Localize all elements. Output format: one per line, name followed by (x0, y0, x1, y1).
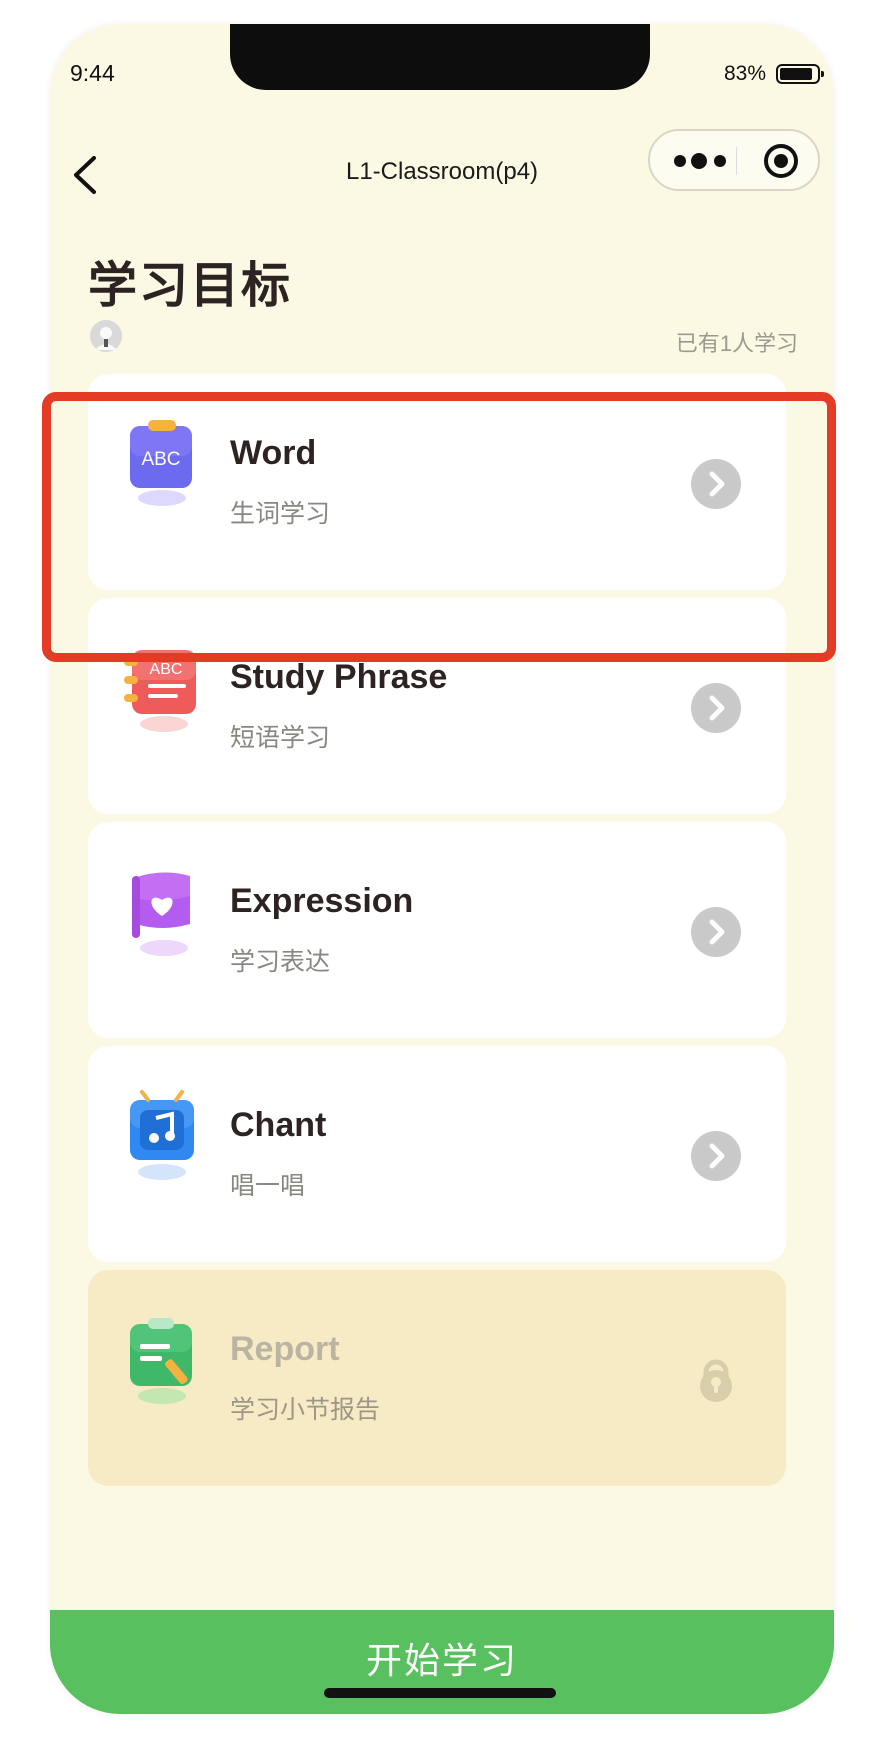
capsule-divider (736, 147, 737, 175)
abc-label: ABC (141, 449, 180, 470)
battery-percentage: 83% (723, 62, 766, 85)
back-arrow-icon[interactable] (66, 150, 106, 200)
card-expression[interactable]: Expression 学习表达 (88, 822, 786, 1038)
avatar (90, 320, 122, 352)
mini-program-capsule (648, 129, 820, 191)
chevron-right-icon[interactable] (690, 906, 742, 958)
card-subtitle: 短语学习 (230, 724, 331, 752)
card-study-phrase[interactable]: ABC Study Phrase 短语学习 (88, 598, 786, 814)
card-title: Report (230, 1330, 340, 1368)
chevron-right-icon[interactable] (690, 682, 742, 734)
card-chant[interactable]: Chant 唱一唱 (88, 1046, 786, 1262)
phone-screen: 9:44 83% L1-Classroom(p4) 学习目标 已有1人学习 AB… (50, 24, 834, 1714)
card-word[interactable]: ABC Word 生词学习 (88, 374, 786, 590)
more-dots-icon[interactable] (668, 149, 734, 173)
card-subtitle: 学习小节报告 (230, 1396, 381, 1424)
chevron-right-icon[interactable] (690, 1130, 742, 1182)
card-subtitle: 生词学习 (230, 500, 331, 528)
status-right: 83% (723, 62, 824, 86)
music-tv-icon (130, 1090, 194, 1180)
learner-count: 已有1人学习 (675, 331, 798, 356)
card-title: Study Phrase (230, 658, 448, 696)
report-clipboard-icon (130, 1318, 192, 1404)
camera-notch (230, 24, 650, 90)
chevron-right-icon[interactable] (690, 458, 742, 510)
abc-notebook-icon: ABC (124, 650, 196, 732)
lock-icon (700, 1359, 732, 1402)
page-title: 学习目标 (88, 259, 293, 313)
heart-flag-icon (132, 872, 190, 956)
card-subtitle: 学习表达 (230, 948, 331, 976)
abc-clipboard-icon: ABC (130, 420, 192, 506)
status-time: 9:44 (70, 60, 115, 86)
card-report: Report 学习小节报告 (88, 1270, 786, 1486)
card-title: Expression (230, 882, 414, 920)
start-learning-button[interactable]: 开始学习 (50, 1610, 834, 1714)
abc-label: ABC (150, 661, 183, 678)
close-target-icon[interactable] (762, 142, 800, 180)
card-title: Word (230, 434, 317, 472)
card-subtitle: 唱一唱 (230, 1172, 306, 1200)
card-title: Chant (230, 1106, 327, 1144)
battery-icon (776, 64, 824, 84)
